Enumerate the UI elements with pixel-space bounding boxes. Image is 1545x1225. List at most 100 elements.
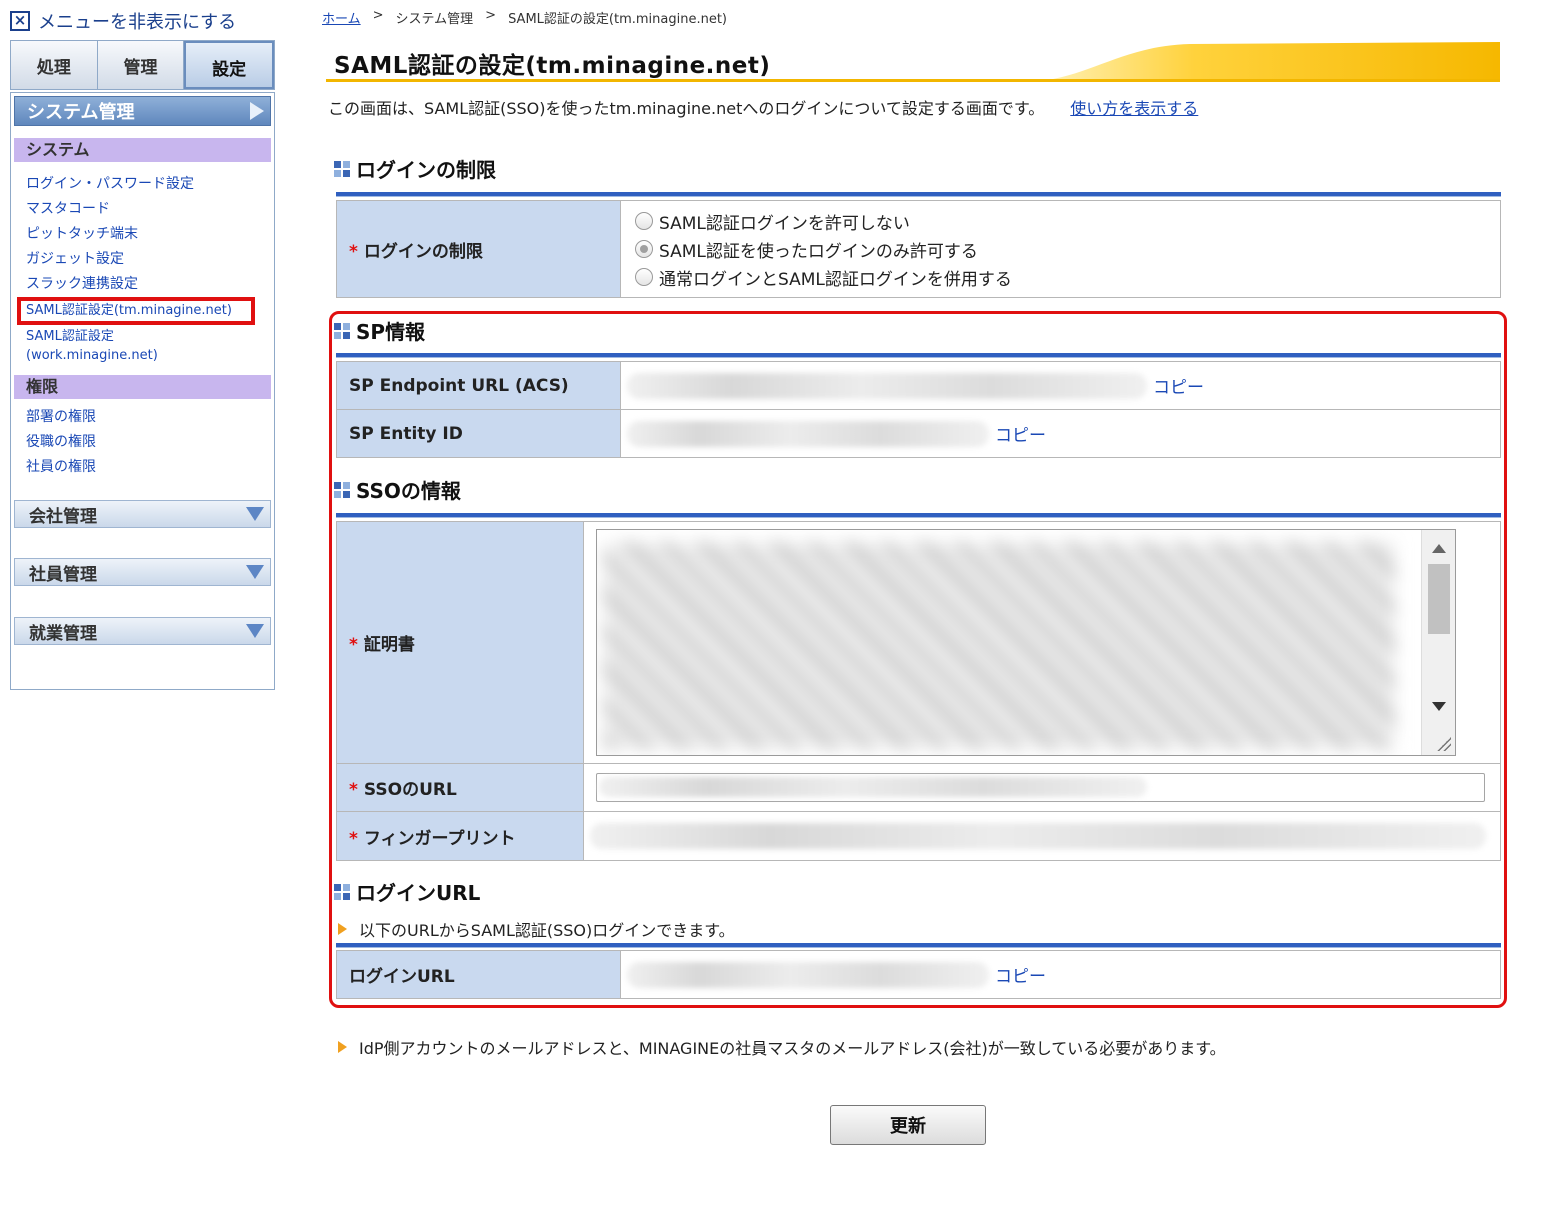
fingerprint-value-redacted [590,823,1486,849]
page-title-bar: SAML認証の設定(tm.minagine.net) [326,42,1500,82]
footer-note: IdP側アカウントのメールアドレスと、MINAGINEの社員マスタのメールアドレ… [338,1035,1226,1059]
help-link[interactable]: 使い方を表示する [1070,95,1198,119]
sidebar-section-system: システム [14,138,271,162]
system-links: ログイン・パスワード設定 マスタコード ピットタッチ端末 ガジェット設定 スラッ… [11,162,274,365]
sidebar-group-label: 社員管理 [29,564,97,585]
sso-url-input[interactable] [596,773,1485,802]
sp-entity-value-cell: コピー [620,409,1501,458]
intro-description: この画面は、SAML認証(SSO)を使ったtm.minagine.netへのログ… [328,99,1045,118]
section-title: SP情報 [356,320,426,344]
certificate-textarea[interactable] [596,529,1456,756]
section-divider [336,943,1501,948]
radio-label: SAML認証を使ったログインのみ許可する [659,241,978,262]
section-square-icon [334,481,350,498]
sidebar-item-saml-tm[interactable]: SAML認証設定(tm.minagine.net) [17,297,255,325]
breadcrumb-home[interactable]: ホーム [322,8,361,27]
breadcrumb-system-admin: システム管理 [395,12,474,27]
required-mark: * [349,635,358,655]
section-square-icon [334,322,350,339]
page-title: SAML認証の設定(tm.minagine.net) [334,53,771,79]
footer-note-text: IdP側アカウントのメールアドレスと、MINAGINEの社員マスタのメールアドレ… [359,1039,1226,1058]
intro-text: この画面は、SAML認証(SSO)を使ったtm.minagine.netへのログ… [328,95,1198,119]
section-divider [336,513,1501,518]
fingerprint-label-cell: * フィンガープリント [336,811,584,861]
breadcrumb-current: SAML認証の設定(tm.minagine.net) [508,12,727,27]
radio-button[interactable] [635,212,653,230]
sidebar-item-employee-authority[interactable]: 社員の権限 [26,455,274,480]
sidebar-item-slack[interactable]: スラック連携設定 [26,272,274,297]
radio-button[interactable] [635,268,653,286]
sidebar-item-position-authority[interactable]: 役職の権限 [26,430,274,455]
copy-login-url-link[interactable]: コピー [995,962,1046,987]
hide-menu-label: メニューを非表示にする [38,12,237,33]
sp-endpoint-label: SP Endpoint URL (ACS) [349,375,569,396]
sp-endpoint-value-redacted [627,372,1147,399]
copy-entity-link[interactable]: コピー [995,421,1046,446]
section-title: ログインURL [356,881,481,905]
sidebar-item-dept-authority[interactable]: 部署の権限 [26,405,274,430]
scroll-down-arrow-icon[interactable] [1432,702,1446,711]
section-heading-sp-info: SP情報 [334,316,425,345]
sidebar-section-authority: 権限 [14,375,271,399]
certificate-label: 証明書 [363,635,415,655]
sidebar-item-pittouch[interactable]: ピットタッチ端末 [26,222,274,247]
section-title: ログインの制限 [356,158,496,182]
radio-button-selected[interactable] [635,240,653,258]
update-button[interactable]: 更新 [830,1105,986,1145]
sidebar-group-employee[interactable]: 社員管理 [14,558,271,586]
tab-management[interactable]: 管理 [97,41,185,89]
section-square-icon [334,883,350,900]
resize-grip-icon[interactable] [1437,737,1451,751]
sso-url-label: SSOのURL [363,780,457,800]
chevron-down-icon [246,565,264,579]
radio-option-disallow[interactable]: SAML認証ログインを許可しない [635,207,1500,235]
radio-label: 通常ログインとSAML認証ログインを併用する [659,269,1012,290]
sidebar-item-login-password[interactable]: ログイン・パスワード設定 [26,172,274,197]
sidebar-header-label: システム管理 [27,102,135,123]
sp-endpoint-value-cell: コピー [620,361,1501,410]
login-restriction-label: ログインの制限 [363,241,483,262]
sidebar-group-attendance[interactable]: 就業管理 [14,617,271,645]
sidebar-item-saml-work[interactable]: SAML認証設定 (work.minagine.net) [26,327,246,365]
textarea-scrollbar[interactable] [1421,530,1455,755]
scroll-up-arrow-icon[interactable] [1432,544,1446,553]
fingerprint-value-cell [583,811,1501,861]
sso-url-value-redacted [599,777,1147,797]
sidebar-item-gadget[interactable]: ガジェット設定 [26,247,274,272]
required-mark: * [349,780,358,800]
login-url-note: 以下のURLからSAML認証(SSO)ログインできます。 [338,917,735,941]
sidebar-header-system-admin[interactable]: システム管理 [14,96,271,126]
login-restriction-table: * ログインの制限 SAML認証ログインを許可しない SAML認証を使ったログイン… [336,200,1501,298]
sp-entity-label-cell: SP Entity ID [336,409,621,458]
tab-processing[interactable]: 処理 [11,41,98,89]
authority-links: 部署の権限 役職の権限 社員の権限 [11,399,274,480]
hide-menu-toggle[interactable]: × メニューを非表示にする [10,8,236,34]
sp-entity-value-redacted [627,420,989,447]
radio-option-saml-only[interactable]: SAML認証を使ったログインのみ許可する [635,235,1500,263]
section-heading-sso-info: SSOの情報 [334,475,461,504]
login-url-table: ログインURL コピー [336,950,1501,999]
copy-endpoint-link[interactable]: コピー [1153,373,1204,398]
section-divider [336,353,1501,358]
sidebar-group-label: 就業管理 [29,623,97,644]
section-heading-login-url: ログインURL [334,877,480,906]
required-mark: * [349,241,358,262]
close-box-icon: × [10,11,30,31]
scroll-thumb[interactable] [1428,564,1450,634]
fingerprint-label: フィンガープリント [363,828,516,849]
arrow-right-icon [250,102,264,120]
breadcrumb-separator: > [485,8,497,23]
login-url-note-text: 以下のURLからSAML認証(SSO)ログインできます。 [359,921,735,940]
login-url-label: ログインURL [349,967,455,987]
tab-settings[interactable]: 設定 [184,41,275,89]
radio-option-both[interactable]: 通常ログインとSAML認証ログインを併用する [635,263,1500,291]
arrow-bullet-icon [338,1041,347,1053]
sidebar-item-master-code[interactable]: マスタコード [26,197,274,222]
sidebar-group-label: 会社管理 [29,506,97,527]
login-url-value-redacted [627,961,989,988]
sidebar-menu: システム管理 システム ログイン・パスワード設定 マスタコード ピットタッチ端末… [10,92,275,690]
sidebar-group-company[interactable]: 会社管理 [14,500,271,528]
chevron-down-icon [246,507,264,521]
sp-info-table: SP Endpoint URL (ACS) コピー SP Entity ID コ… [336,361,1501,458]
required-mark: * [349,828,358,849]
